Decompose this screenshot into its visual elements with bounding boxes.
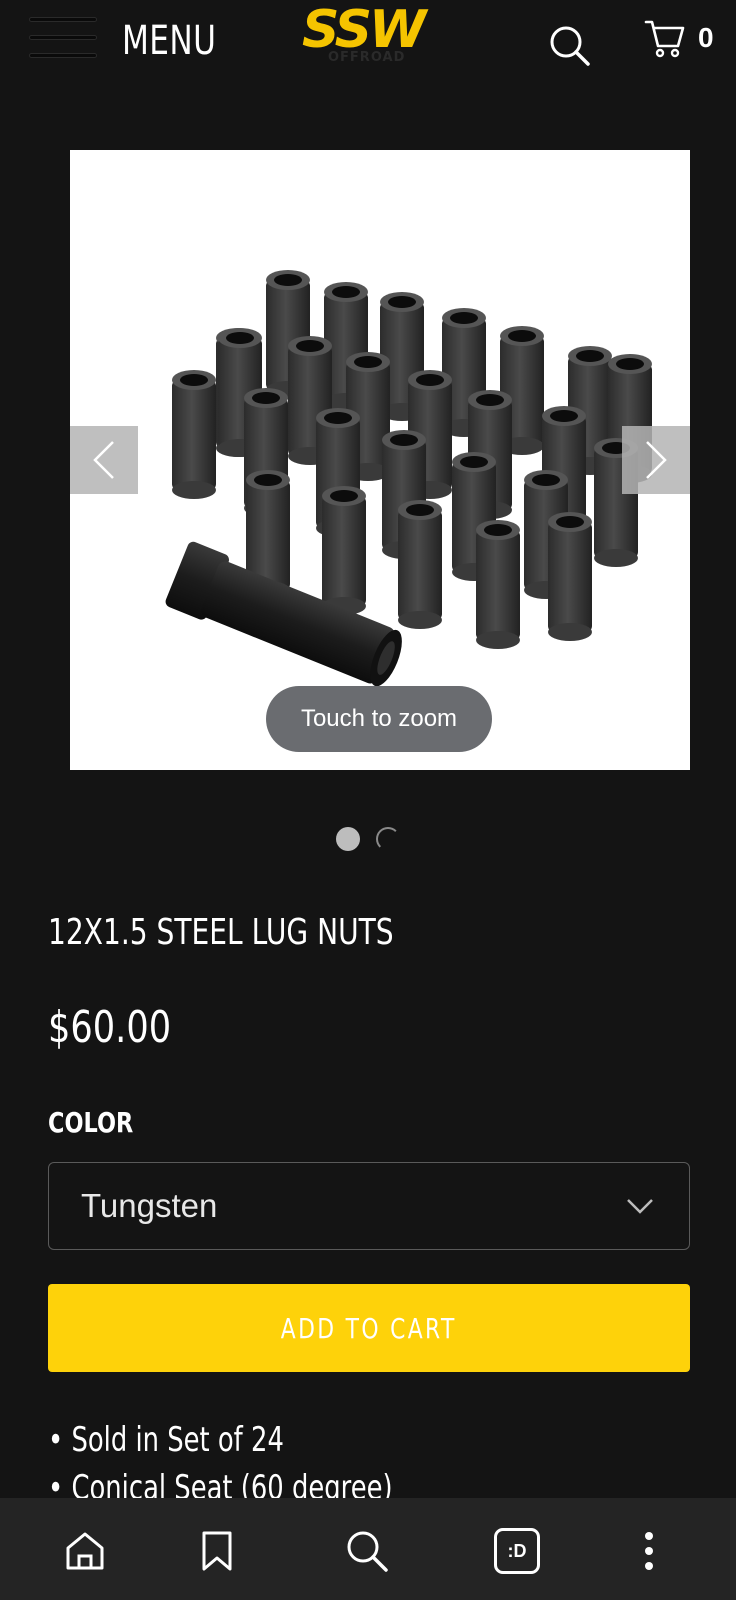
color-label: COLOR	[48, 1106, 134, 1139]
pagination-dot-active[interactable]	[336, 827, 360, 851]
lug-nut	[476, 520, 520, 649]
lug-nut	[398, 500, 442, 629]
cart-count-badge[interactable]: 0	[698, 22, 714, 54]
logo[interactable]: SSW OFFROAD	[302, 0, 438, 66]
lug-nut	[548, 512, 592, 641]
logo-subtext: OFFROAD	[328, 50, 406, 65]
feature-item: • Sold in Set of 24	[48, 1420, 284, 1460]
pagination-dot[interactable]	[376, 827, 400, 851]
product-title: 12X1.5 STEEL LUG NUTS	[48, 912, 394, 953]
hamburger-icon[interactable]	[30, 16, 96, 62]
search-icon[interactable]	[344, 1528, 390, 1574]
image-pagination	[336, 826, 400, 852]
cart-icon[interactable]	[644, 18, 686, 60]
color-select-value: Tungsten	[81, 1187, 218, 1224]
color-select[interactable]: Tungsten	[48, 1162, 690, 1250]
lug-nuts-photo	[165, 270, 652, 687]
search-icon[interactable]	[548, 24, 592, 68]
menu-label[interactable]: MENU	[122, 18, 216, 64]
home-icon[interactable]	[62, 1528, 108, 1574]
previous-image-button[interactable]	[70, 426, 138, 494]
tab-switcher-label: :D	[507, 1540, 527, 1561]
more-vertical-icon[interactable]	[626, 1528, 672, 1574]
product-image[interactable]	[70, 150, 690, 770]
product-price: $60.00	[48, 1002, 172, 1053]
site-header: MENU SSW OFFROAD 0	[0, 0, 736, 86]
touch-to-zoom-hint[interactable]: Touch to zoom	[266, 686, 492, 752]
lug-nut	[172, 370, 216, 499]
chevron-left-icon	[93, 441, 114, 479]
lug-nut	[322, 486, 366, 615]
browser-bottom-bar: :D	[0, 1498, 736, 1600]
chevron-right-icon	[646, 441, 667, 479]
chevron-down-icon	[627, 1199, 653, 1214]
next-image-button[interactable]	[622, 426, 690, 494]
tab-switcher-icon[interactable]: :D	[494, 1528, 540, 1574]
bookmark-icon[interactable]	[194, 1528, 240, 1574]
add-to-cart-label: ADD TO CART	[281, 1311, 457, 1345]
add-to-cart-button[interactable]: ADD TO CART	[48, 1284, 690, 1372]
